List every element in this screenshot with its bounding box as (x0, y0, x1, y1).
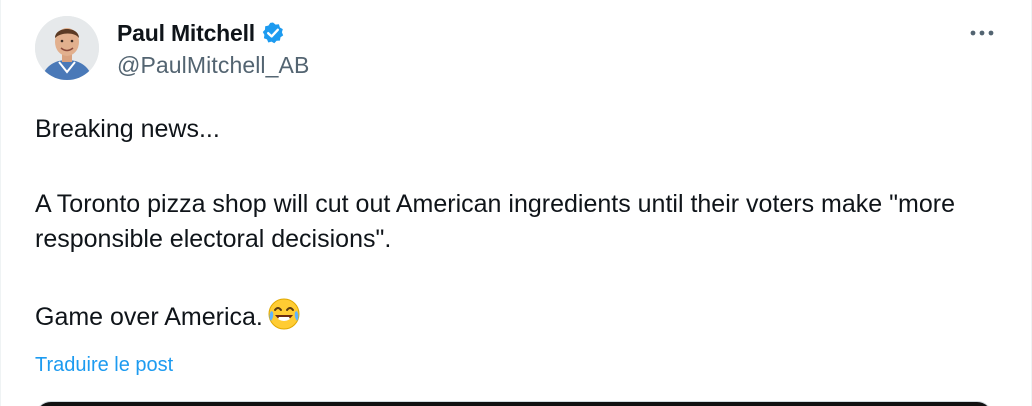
tweet-text: Breaking news... A Toronto pizza shop wi… (35, 112, 995, 335)
tweet-line-1: Breaking news... (35, 115, 220, 143)
tweet-card: Paul Mitchell @PaulMitchell_AB Breaking … (0, 0, 1032, 406)
media-preview[interactable] (35, 401, 993, 406)
avatar[interactable] (35, 16, 99, 80)
profile-photo (35, 16, 99, 80)
user-handle[interactable]: @PaulMitchell_AB (117, 52, 309, 79)
name-row: Paul Mitchell (117, 16, 309, 50)
author-block: Paul Mitchell @PaulMitchell_AB (117, 16, 309, 79)
tweet-line-3-text: Game over America. (35, 303, 263, 331)
tweet-line-2: A Toronto pizza shop will cut out Americ… (35, 190, 955, 253)
face-with-tears-of-joy-icon (267, 297, 301, 331)
display-name[interactable]: Paul Mitchell (117, 20, 255, 47)
more-options-icon (970, 30, 994, 36)
more-options-button[interactable] (965, 18, 999, 48)
verified-badge-icon (261, 21, 285, 45)
translate-post-link[interactable]: Traduire le post (35, 354, 173, 377)
tweet-line-3: Game over America. (35, 297, 995, 335)
